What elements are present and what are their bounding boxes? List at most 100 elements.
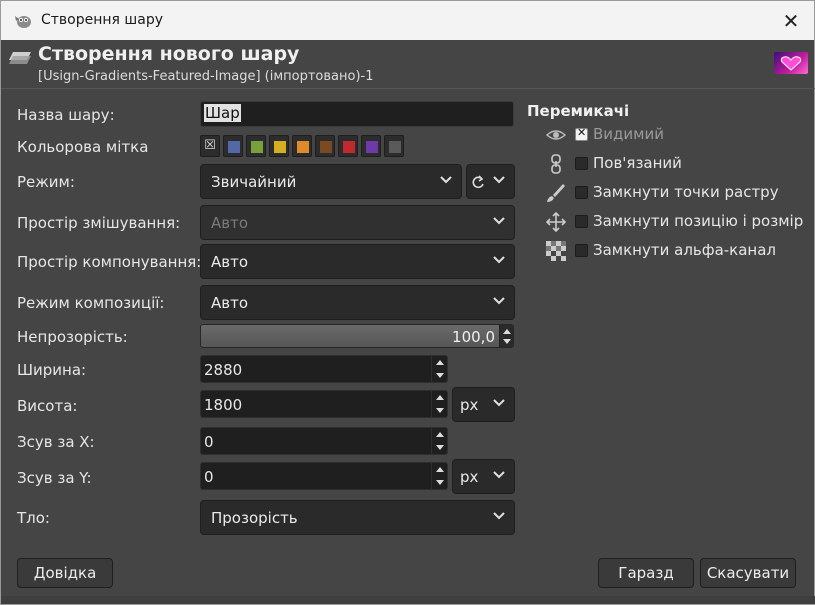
offset-y-value: 0 [204,468,214,486]
fill-label: Тло: [17,509,50,527]
color-tag-yellow[interactable] [269,135,289,157]
blend-space-dropdown[interactable]: Авто [200,205,515,240]
checkerboard-icon [546,241,566,261]
switch-linked: Пов'язаний [545,152,805,176]
red-swatch [343,141,355,153]
lock-position-label: Замкнути позицію і розмір [593,212,804,230]
color-tag-gray[interactable] [384,135,404,157]
color-tag-label: Кольорова мітка [17,138,149,156]
offset-y-increment[interactable] [436,467,444,472]
height-increment[interactable] [436,395,444,400]
lock-position-checkbox[interactable] [575,215,588,228]
switch-visible: Видимий [545,123,805,147]
bottom-strip [1,596,815,604]
composite-space-dropdown[interactable]: Авто [200,244,515,279]
mode-group-dropdown[interactable] [466,164,515,199]
size-unit-dropdown[interactable]: px [452,387,515,422]
size-unit-value: px [460,396,479,414]
opacity-increment[interactable] [503,329,511,334]
chevron-down-icon [493,176,505,184]
green-swatch [251,141,263,153]
composite-mode-value: Авто [211,294,249,312]
brush-icon [547,184,565,202]
offset-x-decrement[interactable] [436,445,444,450]
blend-space-value: Авто [211,214,249,232]
offset-y-input[interactable]: 0 [200,462,448,490]
chevron-down-icon [493,217,505,225]
offset-unit-dropdown[interactable]: px [452,459,515,494]
fill-value: Прозорість [211,509,298,527]
height-input[interactable]: 1800 [200,390,448,418]
chevron-down-icon [493,297,505,305]
composite-mode-label: Режим композиції: [17,294,165,312]
composite-mode-dropdown[interactable]: Авто [200,285,515,320]
composite-space-value: Авто [211,253,249,271]
linked-label: Пов'язаний [593,154,682,172]
lock-alpha-checkbox[interactable] [575,244,588,257]
color-tag-brown[interactable] [315,135,335,157]
gimp-app-icon [15,16,31,28]
help-button[interactable]: Довідка [17,558,113,588]
layer-name-input[interactable]: Шар [200,101,514,127]
height-label: Висота: [17,397,78,415]
gray-swatch [389,141,401,153]
offset-x-input[interactable]: 0 [200,427,448,455]
ok-button[interactable]: Гаразд [598,558,694,588]
height-decrement[interactable] [436,408,444,413]
switch-lock-pixels: Замкнути точки растру [545,181,805,205]
violet-swatch [366,141,378,153]
color-tag-none[interactable]: ☒ [200,135,220,157]
color-tag-violet[interactable] [361,135,381,157]
opacity-decrement[interactable] [503,339,511,344]
blend-space-label: Простір змішування: [17,214,181,232]
chevron-down-icon [440,176,452,184]
image-subtitle: [Usign-Gradients-Featured-Image] (імпорт… [38,69,374,84]
width-input[interactable]: 2880 [200,355,448,383]
lock-alpha-label: Замкнути альфа-канал [593,241,777,259]
lock-pixels-checkbox[interactable] [575,186,588,199]
offset-x-spin-buttons [431,428,447,454]
orange-swatch [297,141,309,153]
mode-dropdown[interactable]: Звичайний [200,164,462,199]
composite-space-label: Простір компонування: [17,253,202,271]
color-tag-red[interactable] [338,135,358,157]
brown-swatch [320,141,332,153]
opacity-slider[interactable]: 100,0 [200,324,514,348]
close-icon: ✕ [782,9,800,33]
chevron-down-icon [493,399,505,407]
width-spin-buttons [431,356,447,382]
width-decrement[interactable] [436,373,444,378]
close-button[interactable]: ✕ [776,6,806,36]
offset-y-decrement[interactable] [436,480,444,485]
new-layer-dialog: Створення нового шару [Usign-Gradients-F… [0,40,815,605]
switch-lock-position: Замкнути позицію і розмір [545,210,805,234]
color-tag-green[interactable] [246,135,266,157]
opacity-spin-buttons [499,325,513,347]
chevron-down-icon [493,256,505,264]
eye-icon [545,130,567,140]
switch-lock-alpha: Замкнути альфа-канал [545,239,805,263]
color-tag-orange[interactable] [292,135,312,157]
offset-x-increment[interactable] [436,432,444,437]
linked-checkbox[interactable] [575,157,588,170]
mode-value: Звичайний [211,173,297,191]
reset-icon [472,175,484,189]
chevron-down-icon [493,471,505,479]
opacity-label: Непрозорість: [17,328,128,346]
switches-title: Перемикачі [527,102,630,120]
layer-icon [9,52,31,64]
lock-pixels-label: Замкнути точки растру [593,183,779,201]
offset-x-value: 0 [204,433,214,451]
visible-checkbox[interactable] [575,126,588,141]
fill-dropdown[interactable]: Прозорість [200,500,515,535]
chain-icon [551,154,561,174]
color-tag-blue[interactable] [223,135,243,157]
width-increment[interactable] [436,360,444,365]
offset-y-spin-buttons [431,463,447,489]
layer-name-label: Назва шару: [17,106,115,124]
mode-label: Режим: [17,173,75,191]
window-title: Створення шару [41,12,163,28]
width-label: Ширина: [17,361,87,379]
height-value: 1800 [204,396,243,414]
cancel-button[interactable]: Скасувати [700,558,796,588]
